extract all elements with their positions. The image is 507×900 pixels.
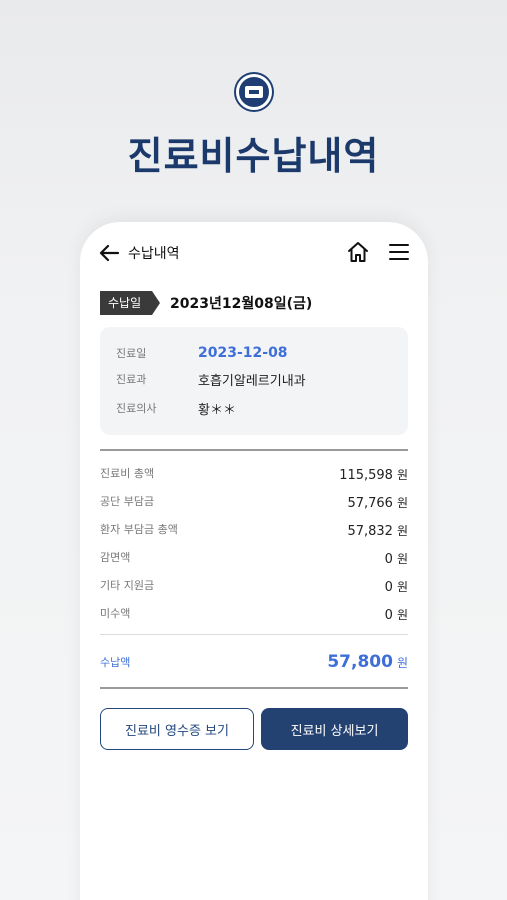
fee-value: 0 [384,551,393,567]
fee-label: 감면액 [100,551,131,564]
info-label: 진료의사 [116,402,157,415]
fee-label: 진료비 총액 [100,467,155,480]
fee-unit: 원 [396,607,408,622]
fee-value: 57,832 [347,523,393,539]
fee-divider [100,634,408,635]
fee-value: 0 [384,579,393,595]
fee-row: 감면액 0원 [100,547,408,567]
fee-value: 0 [384,607,393,623]
fee-unit: 원 [396,551,408,566]
fee-row: 미수액 0원 [100,603,408,623]
info-label: 진료과 [116,373,147,386]
fee-value: 115,598 [339,467,393,483]
fee-unit: 원 [396,495,408,510]
fee-row: 환자 부담금 총액 57,832 원 [100,519,408,539]
view-detail-button[interactable]: 진료비 상세보기 [261,708,408,750]
payment-date-tag: 수납일 [100,291,160,315]
info-row-doctor: 진료의사 황＊＊ [116,398,236,418]
home-icon[interactable] [346,240,370,264]
section-divider [100,449,408,451]
info-row-visit-date: 진료일 2023-12-08 [116,343,288,363]
page-title: 수납내역 [128,246,180,262]
back-arrow-icon[interactable] [98,242,120,264]
paid-unit: 원 [396,656,408,670]
fee-label: 기타 지원금 [100,579,155,592]
payment-date-row: 수납일 2023년12월08일(금) [100,291,312,315]
fee-unit: 원 [396,523,408,538]
fee-label: 미수액 [100,607,131,620]
hospital-logo [236,74,272,110]
info-value: 2023-12-08 [198,345,288,361]
fee-label: 환자 부담금 총액 [100,523,178,536]
logo-emblem-icon [245,86,263,98]
fee-unit: 원 [396,467,408,482]
section-divider [100,687,408,689]
payment-date: 2023년12월08일(금) [170,296,313,312]
fee-row: 진료비 총액 115,598 원 [100,463,408,483]
paid-label: 수납액 [100,656,131,669]
paid-value: 57,800 [327,652,393,672]
info-value: 황＊＊ [198,402,236,418]
hero-title: 진료비수납내역 [127,134,380,178]
phone-screen: 수납내역 수납일 2023년12월08일(금) 진료일 2023-12-08 진… [80,222,428,900]
top-nav: 수납내역 [80,222,428,284]
hamburger-menu-icon[interactable] [388,241,410,263]
visit-info-box: 진료일 2023-12-08 진료과 호흡기알레르기내과 진료의사 황＊＊ [100,327,408,435]
info-value: 호흡기알레르기내과 [198,373,306,389]
info-row-department: 진료과 호흡기알레르기내과 [116,369,306,389]
fee-unit: 원 [396,579,408,594]
paid-amount-row: 수납액 57,800 원 [100,650,408,674]
view-receipt-button[interactable]: 진료비 영수증 보기 [100,708,254,750]
fee-value: 57,766 [347,495,393,511]
fee-row: 공단 부담금 57,766 원 [100,491,408,511]
info-label: 진료일 [116,347,147,360]
fee-row: 기타 지원금 0원 [100,575,408,595]
fee-label: 공단 부담금 [100,495,155,508]
